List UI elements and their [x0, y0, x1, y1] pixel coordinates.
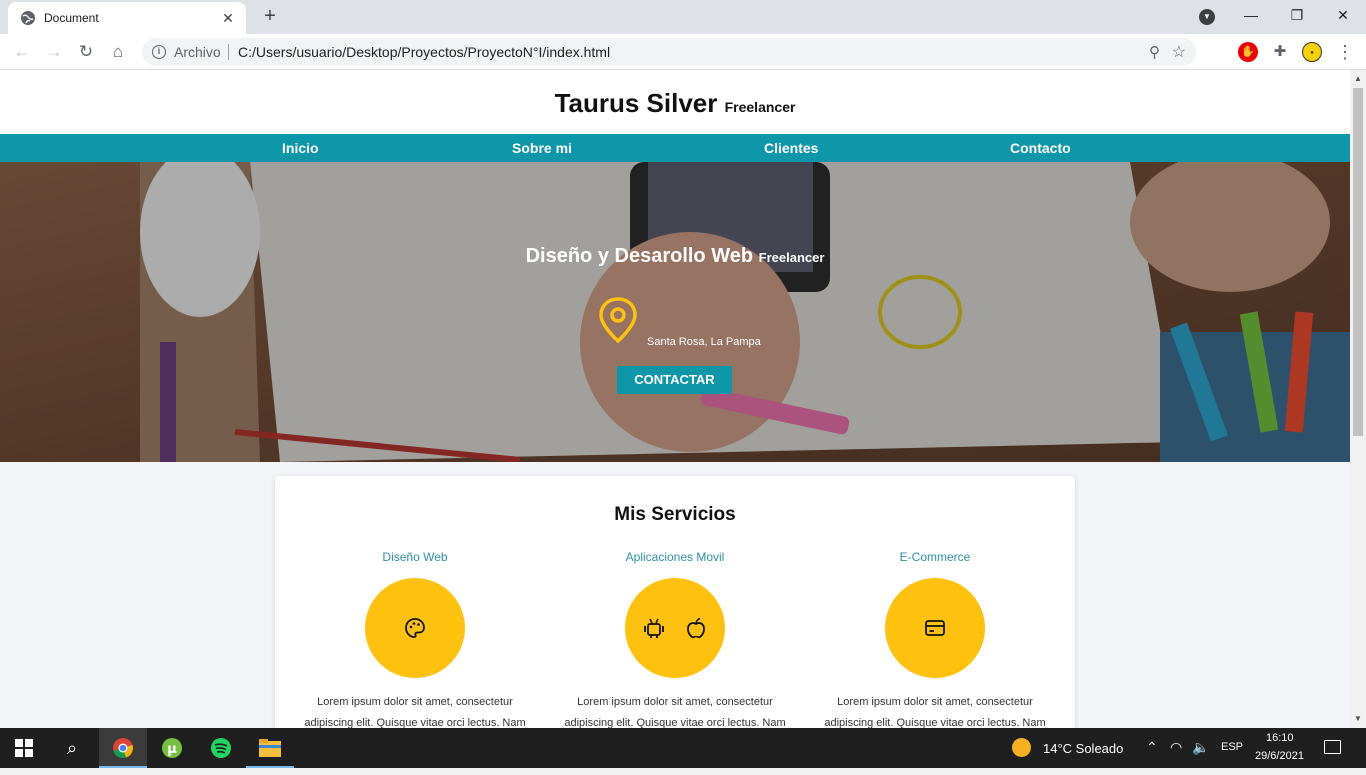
service-icon-circle: [365, 578, 465, 678]
page-scrollbar[interactable]: ▲ ▼: [1350, 70, 1366, 728]
nav-link-contacto[interactable]: Contacto: [1010, 140, 1071, 156]
service-name: E-Commerce: [899, 550, 971, 564]
service-description: Lorem ipsum dolor sit amet, consectetur …: [304, 696, 526, 728]
service-item-aplicaciones-movil: Aplicaciones Movil Lorem ipsum dolor sit…: [545, 550, 805, 728]
brand-subtitle: Freelancer: [724, 99, 796, 115]
apple-icon: [687, 617, 705, 639]
palette-icon: [405, 618, 425, 638]
hero-title: Diseño y Desarollo Web Freelancer: [0, 245, 1350, 268]
service-description: Lorem ipsum dolor sit amet, consectetur …: [564, 696, 786, 728]
service-item-e-commerce: E-Commerce Lorem ipsum dolor sit amet, c…: [805, 550, 1065, 728]
svg-text:µ: µ: [167, 742, 177, 757]
weather-sun-icon[interactable]: [1012, 738, 1031, 757]
notifications-icon[interactable]: [1324, 740, 1341, 754]
nav-link-inicio[interactable]: Inicio: [282, 140, 319, 156]
brand-name: Taurus Silver: [554, 88, 718, 118]
scrollbar-thumb[interactable]: [1353, 88, 1363, 436]
clock-time[interactable]: 16:10: [1266, 732, 1294, 744]
site-header: Taurus Silver Freelancer: [0, 70, 1350, 134]
file-explorer-taskbar-icon[interactable]: [246, 728, 294, 768]
browser-menu-icon[interactable]: ⋮: [1336, 40, 1354, 64]
extension-badge-icon[interactable]: ●: [1302, 42, 1322, 62]
contactar-button[interactable]: CONTACTAR: [617, 366, 732, 394]
service-icon-circle: [625, 578, 725, 678]
service-name: Diseño Web: [382, 550, 448, 564]
start-windows-icon[interactable]: [0, 728, 48, 768]
hero-overlay: [0, 162, 1350, 462]
adblock-extension-icon[interactable]: ✋: [1238, 42, 1258, 62]
services-title: Mis Servicios: [614, 504, 736, 525]
windows-taskbar: ⌕ µ 14°C Soleado ⌃ ◠ 🔈 ESP 16:10 29/6/20…: [0, 728, 1366, 768]
service-icon-circle: [885, 578, 985, 678]
utorrent-taskbar-icon[interactable]: µ: [148, 728, 196, 768]
url-text[interactable]: C:/Users/usuario/Desktop/Proyectos/Proye…: [238, 44, 610, 60]
profile-chevron-icon[interactable]: ▼: [1199, 9, 1215, 25]
nav-link-clientes[interactable]: Clientes: [764, 140, 818, 156]
hero-title-main: Diseño y Desarollo Web: [525, 245, 754, 267]
browser-tab[interactable]: Document ✕: [8, 2, 246, 34]
browser-toolbar: ← → ↻ ⌂ i Archivo C:/Users/usuario/Deskt…: [0, 34, 1366, 70]
location-pin-icon: [599, 297, 637, 344]
new-tab-button[interactable]: +: [258, 6, 282, 28]
search-icon[interactable]: ⌕: [48, 728, 96, 768]
close-window-button[interactable]: ✕: [1320, 0, 1366, 30]
hero-title-sub: Freelancer: [758, 250, 825, 265]
scroll-up-arrow-icon[interactable]: ▲: [1354, 74, 1362, 83]
browser-tab-bar: Document ✕ + ▼ — ❐ ✕: [0, 0, 1366, 34]
services-card: Mis Servicios Diseño Web Lorem ipsum dol…: [275, 476, 1075, 728]
chrome-taskbar-icon[interactable]: [99, 728, 147, 768]
spotify-taskbar-icon[interactable]: [197, 728, 245, 768]
clock-date[interactable]: 29/6/2021: [1255, 750, 1304, 762]
service-item-diseno-web: Diseño Web Lorem ipsum dolor sit amet, c…: [285, 550, 545, 728]
address-separator: [228, 44, 229, 60]
hero-section: Diseño y Desarollo Web Freelancer Santa …: [0, 162, 1350, 462]
tray-chevron-up-icon[interactable]: ⌃: [1146, 739, 1158, 756]
forward-arrow-icon[interactable]: →: [42, 40, 66, 64]
page-viewport: Taurus Silver Freelancer Inicio Sobre mi…: [0, 70, 1350, 728]
nav-link-sobre-mi[interactable]: Sobre mi: [512, 140, 572, 156]
info-icon[interactable]: i: [152, 45, 166, 59]
tab-close-icon[interactable]: ✕: [218, 8, 238, 28]
credit-card-icon: [925, 620, 945, 636]
extensions-puzzle-icon[interactable]: ✚: [1270, 42, 1290, 62]
weather-text[interactable]: 14°C Soleado: [1043, 741, 1123, 756]
bookmark-star-icon[interactable]: ☆: [1172, 42, 1186, 62]
zoom-magnifier-icon[interactable]: ⚲: [1149, 43, 1160, 61]
home-icon[interactable]: ⌂: [106, 40, 130, 64]
globe-icon: [21, 11, 35, 25]
wifi-icon[interactable]: ◠: [1170, 739, 1182, 756]
back-arrow-icon[interactable]: ←: [10, 40, 34, 64]
android-icon: [644, 618, 664, 638]
service-description: Lorem ipsum dolor sit amet, consectetur …: [824, 696, 1046, 728]
input-language[interactable]: ESP: [1221, 741, 1243, 753]
site-nav: Inicio Sobre mi Clientes Contacto: [0, 134, 1350, 162]
location-text: Santa Rosa, La Pampa: [647, 336, 761, 348]
tab-title: Document: [44, 11, 99, 25]
scheme-label: Archivo: [174, 44, 221, 60]
restore-button[interactable]: ❐: [1274, 0, 1320, 30]
minimize-button[interactable]: —: [1228, 0, 1274, 30]
service-name: Aplicaciones Movil: [625, 550, 725, 564]
scroll-down-arrow-icon[interactable]: ▼: [1354, 714, 1362, 723]
reload-icon[interactable]: ↻: [74, 40, 98, 64]
address-bar[interactable]: i Archivo C:/Users/usuario/Desktop/Proye…: [142, 38, 1196, 66]
volume-icon[interactable]: 🔈: [1192, 739, 1209, 756]
site-brand[interactable]: Taurus Silver Freelancer: [0, 88, 1350, 119]
